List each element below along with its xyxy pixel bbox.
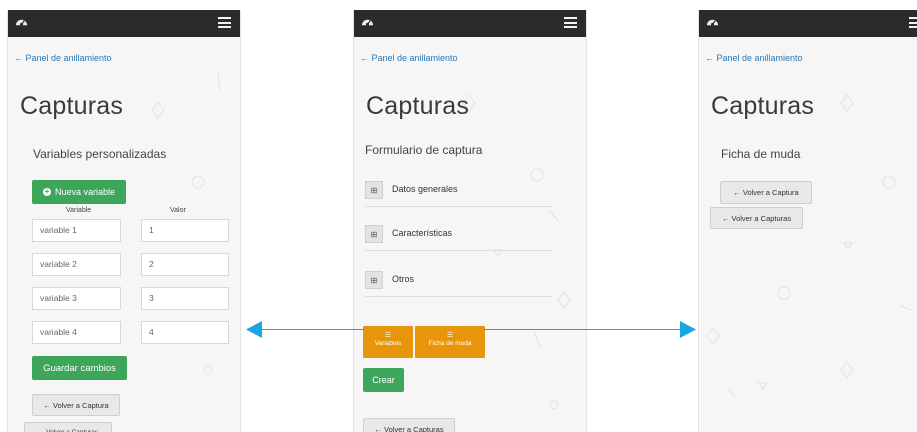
accordion-label: Otros bbox=[392, 274, 415, 284]
new-variable-button[interactable]: + Nueva variable bbox=[32, 180, 126, 204]
top-navbar bbox=[354, 10, 586, 37]
plus-circle-icon: + bbox=[42, 187, 51, 196]
variable-name-input-1[interactable]: variable 1 bbox=[32, 219, 121, 242]
variable-value-input-3[interactable]: 3 bbox=[141, 287, 229, 310]
accordion-label: Datos generales bbox=[392, 184, 458, 194]
create-button[interactable]: Crear bbox=[363, 368, 404, 392]
arrow-line-left bbox=[258, 329, 364, 330]
arrow-right-icon bbox=[680, 321, 696, 338]
molt-sheet-label: Ficha de muda bbox=[428, 340, 472, 347]
hamburger-menu-icon[interactable] bbox=[909, 17, 917, 28]
accordion-characteristics[interactable]: ⊞ Características bbox=[365, 222, 552, 251]
back-to-panel-link[interactable]: ← Panel de anillamiento bbox=[360, 53, 458, 63]
back-to-capture-button[interactable]: ← Volver a Captura bbox=[32, 394, 120, 416]
back-to-panel-link[interactable]: ← Panel de anillamiento bbox=[14, 53, 112, 63]
list-icon: ☰ bbox=[384, 332, 392, 339]
molt-sheet-button[interactable]: ☰ Ficha de muda bbox=[415, 326, 485, 358]
screen-custom-variables: ← Panel de anillamiento Capturas Variabl… bbox=[7, 10, 241, 432]
screen-capture-form: ← Panel de anillamiento Capturas Formula… bbox=[353, 10, 587, 432]
accordion-label: Características bbox=[392, 228, 453, 238]
variable-name-input-4[interactable]: variable 4 bbox=[32, 321, 121, 344]
variables-button[interactable]: ☰ Variables bbox=[363, 326, 413, 358]
section-title: Variables personalizadas bbox=[33, 147, 167, 161]
dashboard-icon[interactable] bbox=[706, 16, 719, 29]
back-to-captures-button[interactable]: ← Volver a Capturas bbox=[363, 418, 455, 432]
back-to-captures-button[interactable]: ← Volver a Capturas bbox=[24, 422, 112, 432]
back-to-capture-button[interactable]: ← Volver a Captura bbox=[720, 181, 812, 204]
dashboard-icon[interactable] bbox=[361, 16, 374, 29]
variable-value-input-4[interactable]: 4 bbox=[141, 321, 229, 344]
page-title: Capturas bbox=[20, 92, 124, 120]
variable-value-input-2[interactable]: 2 bbox=[141, 253, 229, 276]
section-title: Ficha de muda bbox=[721, 147, 801, 161]
arrow-left-icon bbox=[246, 321, 262, 338]
save-changes-button[interactable]: Guardar cambios bbox=[32, 356, 127, 380]
divider bbox=[365, 206, 552, 207]
variable-name-input-2[interactable]: variable 2 bbox=[32, 253, 121, 276]
dashboard-icon[interactable] bbox=[15, 16, 28, 29]
divider bbox=[365, 296, 552, 297]
variable-value-input-1[interactable]: 1 bbox=[141, 219, 229, 242]
page-title: Capturas bbox=[711, 92, 815, 120]
plus-square-icon: ⊞ bbox=[365, 225, 383, 243]
accordion-general-data[interactable]: ⊞ Datos generales bbox=[365, 178, 552, 207]
divider bbox=[365, 250, 552, 251]
column-header-value: Valor bbox=[170, 207, 186, 214]
top-navbar bbox=[699, 10, 917, 37]
screen-molt-sheet: ← Panel de anillamiento Capturas Ficha d… bbox=[698, 10, 917, 432]
column-header-variable: Variable bbox=[66, 207, 92, 214]
back-to-panel-link[interactable]: ← Panel de anillamiento bbox=[705, 53, 803, 63]
list-icon: ☰ bbox=[446, 332, 454, 339]
variable-name-input-3[interactable]: variable 3 bbox=[32, 287, 121, 310]
section-title: Formulario de captura bbox=[365, 143, 483, 157]
hamburger-menu-icon[interactable] bbox=[218, 17, 231, 28]
variables-label: Variables bbox=[374, 340, 402, 347]
hamburger-menu-icon[interactable] bbox=[564, 17, 577, 28]
accordion-others[interactable]: ⊞ Otros bbox=[365, 268, 552, 297]
arrow-line-right bbox=[484, 329, 684, 330]
top-navbar bbox=[8, 10, 240, 37]
new-variable-label: Nueva variable bbox=[54, 187, 116, 197]
plus-square-icon: ⊞ bbox=[365, 181, 383, 199]
back-to-captures-button[interactable]: ← Volver a Capturas bbox=[710, 207, 803, 229]
page-title: Capturas bbox=[366, 92, 470, 120]
plus-square-icon: ⊞ bbox=[365, 271, 383, 289]
